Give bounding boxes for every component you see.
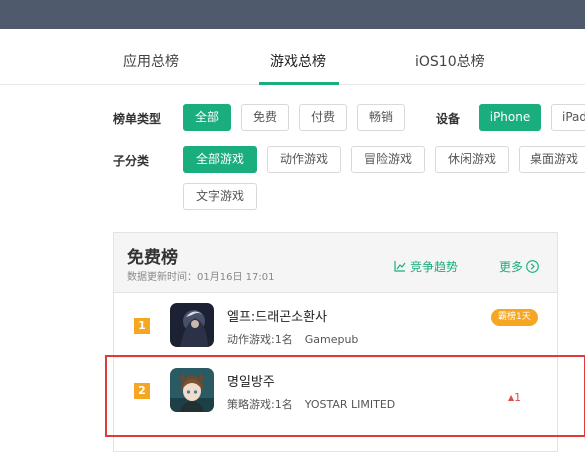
app-meta: 动作游戏:1名 Gamepub [227,331,358,347]
subcategory-casual-chip[interactable]: 休闲游戏 [435,146,509,173]
subcategory-adventure-chip[interactable]: 冒险游戏 [351,146,425,173]
rank-type-all-chip[interactable]: 全部 [183,104,231,131]
panel-header: 免费榜 数据更新时间：01月16日 17:01 竞争趋势 更多 [114,233,557,293]
device-label: 设备 [436,112,461,126]
device-iphone-chip[interactable]: iPhone [479,104,541,131]
update-time: 数据更新时间：01月16日 17:01 [127,272,275,283]
app-name[interactable]: 엘프:드래곤소환사 [227,306,327,325]
rank-type-paid-chip[interactable]: 付费 [299,104,347,131]
competition-trend-link[interactable]: 竞争趋势 [394,258,458,275]
app-category-rank: 动作游戏:1名 [227,333,293,346]
highlight-box [105,355,585,437]
more-link[interactable]: 更多 [499,258,539,275]
subcategory-label: 子分类 [113,154,150,168]
subcategory-text-chip[interactable]: 文字游戏 [183,183,257,210]
trend-chart-icon [394,261,406,272]
active-tab-indicator [259,82,339,85]
app-publisher: Gamepub [304,333,359,346]
more-label: 更多 [499,260,524,274]
app-icon[interactable] [170,303,214,347]
tab-ios10-chart[interactable]: iOS10总榜 [415,51,485,71]
rank-type-free-chip[interactable]: 免费 [241,104,289,131]
subcategory-board-chip[interactable]: 桌面游戏 [519,146,585,173]
device-ipad-chip[interactable]: iPad [551,104,585,131]
top-days-badge: 霸榜1天 [491,309,538,326]
rank-type-label: 榜单类型 [113,112,162,126]
subcategory-all-games-chip[interactable]: 全部游戏 [183,146,257,173]
tab-app-chart[interactable]: 应用总榜 [123,51,179,71]
top-header-bar [0,0,585,29]
chevron-right-circle-icon [526,260,539,273]
panel-title: 免费榜 [127,248,178,268]
tab-game-chart[interactable]: 游戏总榜 [270,51,326,71]
app-row[interactable]: 1 엘프:드래곤소환사 动作游戏:1名 Gamepub 霸榜1天 [114,294,557,358]
rank-badge: 1 [134,318,150,334]
chart-tabs: 应用总榜 游戏总榜 iOS10总榜 [0,29,585,85]
subcategory-action-chip[interactable]: 动作游戏 [267,146,341,173]
rank-type-grossing-chip[interactable]: 畅销 [357,104,405,131]
trend-label: 竞争趋势 [410,260,459,274]
